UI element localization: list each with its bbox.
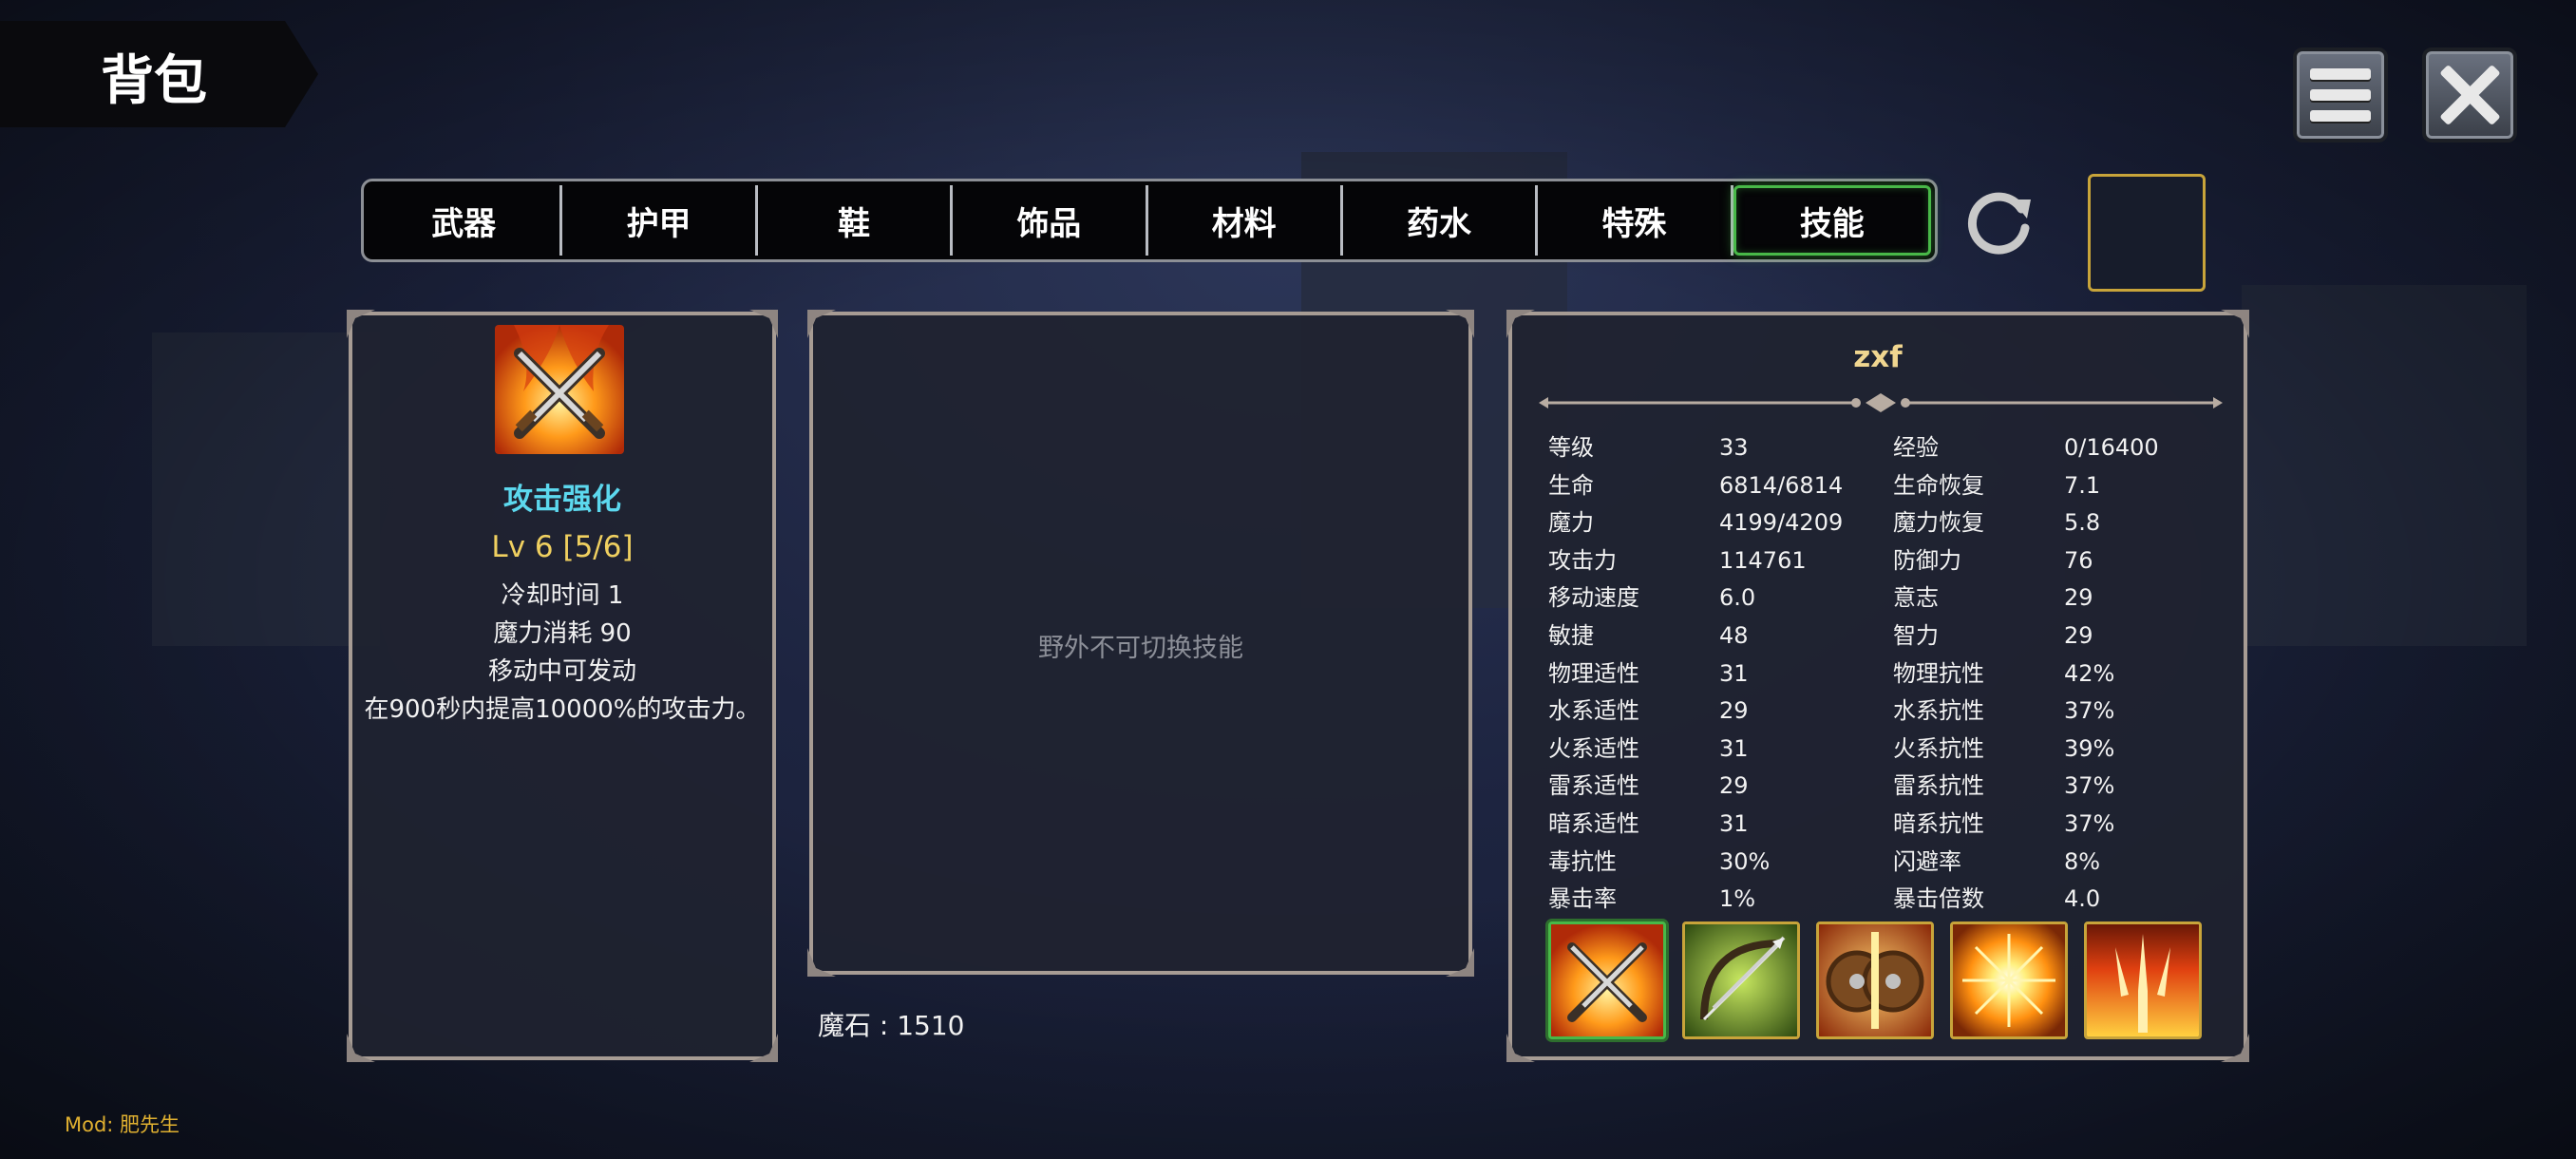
tab-special[interactable]: 特殊 [1538,185,1733,256]
stat-value: 29 [1719,697,1749,725]
stat-label: 雷系抗性 [1893,772,1984,800]
stat-label: 闪避率 [1893,847,1961,875]
tab-shoes[interactable]: 鞋 [758,185,954,256]
stat-label: 等级 [1548,434,1594,461]
skill-note: 移动中可发动 [487,657,636,686]
stat-label: 毒抗性 [1548,847,1617,875]
stat-label: 移动速度 [1548,584,1639,612]
stat-label: 雷系适性 [1548,772,1639,800]
stat-label: 敏捷 [1548,621,1594,649]
stat-label: 智力 [1893,621,1939,649]
stat-value: 7.1 [2064,471,2101,499]
stat-label: 经验 [1893,434,1939,461]
stat-label: 攻击力 [1548,546,1617,574]
stat-value: 30% [1719,847,1771,875]
shield-icon [1819,924,1931,1036]
stat-label: 水系抗性 [1893,697,1984,725]
stat-value: 37% [2064,772,2115,800]
empty-equip-slot[interactable] [2088,174,2206,292]
trident-fire-icon [2087,924,2199,1036]
skill-name: 攻击强化 [503,483,621,517]
crossed-swords-fire-icon [495,325,624,454]
crossed-swords-fire-icon [1551,924,1663,1036]
bow-icon [1685,924,1797,1036]
tab-potion[interactable]: 药水 [1343,185,1539,256]
skill-description: 在900秒内提高10000%的攻击力。 [364,695,761,724]
stat-value: 114761 [1719,546,1807,574]
tab-material[interactable]: 材料 [1148,185,1343,256]
stat-value: 6814/6814 [1719,471,1844,499]
stat-value: 0/16400 [2064,434,2159,461]
skill-slot-2[interactable] [1682,922,1800,1039]
tab-weapon[interactable]: 武器 [368,185,563,256]
stat-label: 暗系抗性 [1893,809,1984,837]
stat-label: 生命 [1548,471,1594,499]
skill-slot-1[interactable] [1548,922,1666,1039]
stat-value: 4199/4209 [1719,509,1844,537]
stat-value: 37% [2064,697,2115,725]
stat-value: 48 [1719,621,1749,649]
stat-label: 火系抗性 [1893,734,1984,762]
tab-armor[interactable]: 护甲 [562,185,758,256]
stat-label: 防御力 [1893,546,1961,574]
skill-slot-4[interactable] [1950,922,2068,1039]
stat-label: 意志 [1893,584,1939,612]
stats-grid: 等级 33 经验 0/16400 生命 6814/6814 生命恢复 7.1 魔力 4199/42… [1548,429,2232,919]
stat-value: 29 [1719,772,1749,800]
menu-icon [2310,68,2371,122]
stat-value: 29 [2064,621,2093,649]
skill-detail-panel: 攻击强化 Lv 6 [5/6] 冷却时间 1 魔力消耗 90 移动中可发动 在9… [347,310,776,1060]
skill-slot-3[interactable] [1816,922,1934,1039]
stat-label: 物理适性 [1548,659,1639,687]
skill-level: Lv 6 [5/6] [491,530,634,564]
sunburst-icon [1953,924,2065,1036]
skill-slot-5[interactable] [2084,922,2202,1039]
skill-list-panel: 野外不可切换技能 [807,310,1472,975]
ornamental-divider [1539,393,2223,412]
magic-stone-count: 魔石 : 1510 [818,1010,965,1041]
title-tab: 背包 [0,21,318,127]
stat-value: 33 [1719,434,1749,461]
refresh-icon[interactable] [1964,186,2036,258]
stat-value: 31 [1719,734,1749,762]
stat-value: 1% [1719,885,1756,913]
stat-value: 39% [2064,734,2115,762]
mod-credit: Mod: 肥先生 [65,1113,180,1136]
page-title: 背包 [101,50,207,112]
tab-skill[interactable]: 技能 [1733,185,1931,256]
stat-value: 31 [1719,659,1749,687]
menu-button[interactable] [2293,48,2388,142]
category-tabs: 武器 护甲 鞋 饰品 材料 药水 特殊 技能 [361,179,1938,262]
stat-value: 8% [2064,847,2101,875]
stat-value: 5.8 [2064,509,2101,537]
stat-value: 76 [2064,546,2093,574]
stat-label: 魔力 [1548,509,1594,537]
tab-accessory[interactable]: 饰品 [953,185,1148,256]
stat-value: 37% [2064,809,2115,837]
stat-value: 6.0 [1719,584,1756,612]
character-stats-panel: zxf 等级 33 经验 0/16400 生命 6814/6814 生命恢复 7.1 魔力 419… [1506,310,2247,1060]
stat-value: 31 [1719,809,1749,837]
stat-label: 水系适性 [1548,697,1639,725]
stat-label: 魔力恢复 [1893,509,1984,537]
stat-value: 29 [2064,584,2093,612]
character-name: zxf [1853,340,1903,374]
stat-label: 暴击倍数 [1893,885,1984,913]
close-button[interactable] [2422,48,2517,142]
stat-value: 42% [2064,659,2115,687]
stat-value: 4.0 [2064,885,2101,913]
stat-label: 物理抗性 [1893,659,1984,687]
skill-cooldown: 冷却时间 1 [501,581,624,610]
stat-label: 暴击率 [1548,885,1617,913]
stat-label: 生命恢复 [1893,471,1984,499]
stat-label: 火系适性 [1548,734,1639,762]
skill-switch-message: 野外不可切换技能 [1038,634,1243,663]
skill-slots [1548,922,2202,1039]
skill-mana-cost: 魔力消耗 90 [493,619,632,648]
stat-label: 暗系适性 [1548,809,1639,837]
close-icon [2436,62,2503,128]
